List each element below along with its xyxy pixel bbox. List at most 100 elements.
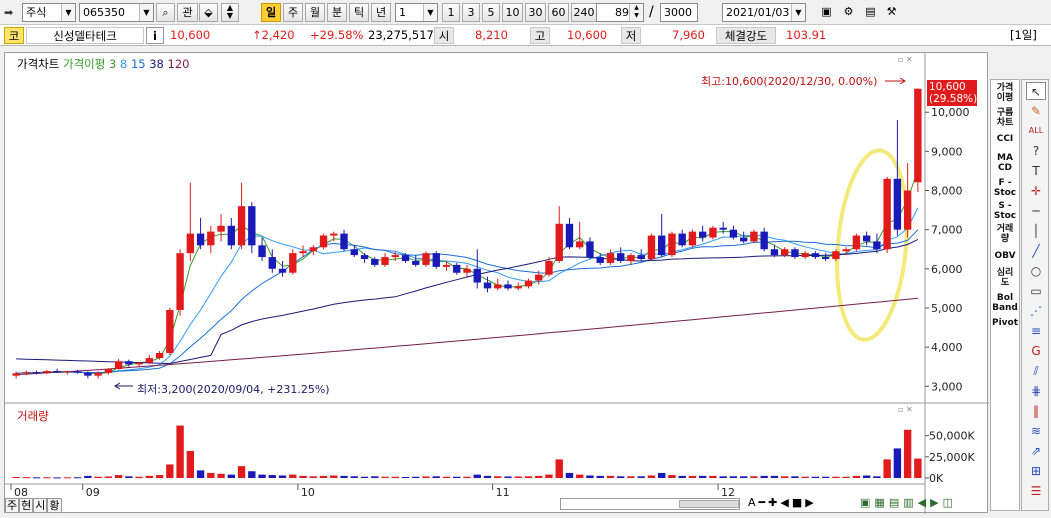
cycle-icon[interactable]: ‖ (1026, 402, 1046, 420)
ind-cci[interactable]: CCI (991, 134, 1019, 144)
ind-ma[interactable]: 가격 이평 (991, 83, 1019, 103)
stop-icon[interactable]: ■ (792, 496, 805, 509)
quick-3[interactable]: 3 (462, 3, 480, 22)
ind-pivot[interactable]: Pivot (991, 318, 1019, 328)
tab-ju[interactable]: 주 (5, 498, 20, 513)
cursor-icon[interactable]: ↖ (1026, 82, 1046, 100)
eraser-icon[interactable]: ✎ (1026, 102, 1046, 120)
gear-icon[interactable]: ⚙ (839, 3, 858, 22)
volume-bar (576, 474, 584, 478)
chart-icon[interactable]: ▣ (817, 3, 836, 22)
arrow-right-icon[interactable]: ➡ (4, 4, 18, 21)
period-month[interactable]: 월 (305, 3, 325, 22)
arrow-right-icon[interactable]: ▶ (930, 496, 942, 509)
list-icon[interactable]: ▤ (889, 496, 903, 509)
scroll-thumb[interactable] (679, 500, 739, 508)
tools-icon[interactable]: ⚒ (882, 3, 901, 22)
chart-panel[interactable]: 10,000 9,000 8,000 7,000 6,000 5,000 4,000 3,00… (4, 52, 989, 514)
chart-svg[interactable]: 10,000 9,000 8,000 7,000 6,000 5,000 4,000 3,00… (5, 53, 989, 514)
fibo-icon[interactable]: ⫽ (1026, 362, 1046, 380)
crosshair-icon[interactable]: ✛ (1026, 182, 1046, 200)
ind-fstoc[interactable]: F - Stoc (991, 178, 1019, 198)
ind-bband[interactable]: Bol Band (991, 293, 1019, 313)
volume-close-icon[interactable]: ▫ ✕ (898, 405, 913, 414)
gann-icon[interactable]: G (1026, 342, 1046, 360)
quick-60[interactable]: 60 (548, 3, 569, 22)
excel-icon[interactable]: ▣ (860, 496, 874, 509)
y-tick-label: 4,000 (931, 341, 963, 354)
menu-icon[interactable]: ☰ (1026, 482, 1046, 500)
rect-icon[interactable]: ▭ (1026, 282, 1046, 300)
vline-icon[interactable]: │ (1026, 222, 1046, 240)
minus-icon[interactable]: ━ (759, 496, 769, 509)
gwan-button[interactable]: 관 (177, 3, 198, 22)
price-legend: 가격차트 가격이평 3 8 15 38 120 (17, 56, 189, 72)
market-select[interactable]: 주식 ▼ (22, 3, 76, 22)
chevron-down-icon[interactable]: ▼ (139, 4, 153, 21)
left-icon[interactable]: ◀ (780, 496, 791, 509)
volume-bar (350, 476, 358, 478)
save-icon[interactable]: ▤ (861, 3, 880, 22)
panel-close-icon[interactable]: ▫ ✕ (898, 55, 913, 64)
ind-macd[interactable]: MA CD (991, 153, 1019, 173)
period-year[interactable]: 년 (371, 3, 391, 22)
info-button[interactable]: i (146, 27, 164, 44)
total-count[interactable]: 3000 (660, 3, 698, 22)
fan-icon[interactable]: ⋰ (1026, 302, 1046, 320)
scrollbar[interactable] (560, 498, 740, 510)
quick-5[interactable]: 5 (482, 3, 500, 22)
candle-body (811, 253, 820, 258)
tab-si[interactable]: 시 (33, 498, 48, 513)
code-input[interactable]: 065350 ▼ (79, 3, 154, 22)
ind-volume[interactable]: 거래 량 (991, 224, 1019, 244)
volume-bar (893, 448, 902, 478)
chevron-down-icon[interactable]: ▼ (791, 4, 805, 21)
quick-10[interactable]: 10 (502, 3, 523, 22)
maximize-icon[interactable]: ◫ (943, 496, 957, 509)
grid-tool-icon[interactable]: ⊞ (1026, 462, 1046, 480)
search-icon[interactable]: ⌕ (156, 3, 175, 22)
count-stepper[interactable]: 89 ▲ ▼ (596, 3, 644, 22)
ind-obv[interactable]: OBV (991, 251, 1019, 261)
plus-icon[interactable]: ✚ (768, 496, 780, 509)
period-tick[interactable]: 틱 (349, 3, 369, 22)
candle-body (760, 231, 768, 250)
help-icon[interactable]: ? (1026, 142, 1046, 160)
arrow-left-icon[interactable]: ◀ (918, 496, 930, 509)
date-picker[interactable]: 2021/01/03 ▼ (722, 3, 806, 22)
chevron-down-icon[interactable]: ▼ (423, 4, 437, 21)
ind-psych[interactable]: 심리 도 (991, 268, 1019, 288)
candle-body (545, 260, 553, 275)
quick-1[interactable]: 1 (442, 3, 460, 22)
chevron-down-icon[interactable]: ▼ (61, 4, 75, 21)
trendline-icon[interactable]: ╱ (1026, 242, 1046, 260)
circle-icon[interactable]: ○ (1026, 262, 1046, 280)
all-icon[interactable]: ALL (1026, 122, 1046, 140)
window-icon[interactable]: ▥ (903, 496, 917, 509)
period-minute[interactable]: 분 (327, 3, 347, 22)
spin-icon[interactable]: ▲ ▼ (221, 3, 239, 22)
channel-icon[interactable]: ≡ (1026, 322, 1046, 340)
wave-icon[interactable]: ≋ (1026, 422, 1046, 440)
font-icon[interactable]: A (748, 496, 759, 509)
period-day[interactable]: 일 (261, 3, 281, 22)
candle-body (842, 249, 850, 252)
volume-bar (494, 476, 502, 478)
right-icon[interactable]: ▶ (805, 496, 816, 509)
period-week[interactable]: 주 (283, 3, 303, 22)
volume-bar (432, 476, 440, 478)
interval-select[interactable]: 1 ▼ (395, 3, 438, 22)
stamp-icon[interactable]: ⬙ (199, 3, 218, 22)
quick-30[interactable]: 30 (525, 3, 546, 22)
arrow-tool-icon[interactable]: ⇗ (1026, 442, 1046, 460)
tab-hyeon[interactable]: 현 (19, 498, 34, 513)
tab-hwang[interactable]: 황 (47, 498, 62, 513)
spin-icon[interactable]: ▲ ▼ (629, 4, 643, 21)
ind-cloud[interactable]: 구름 차트 (991, 108, 1019, 128)
pitch-icon[interactable]: ⋕ (1026, 382, 1046, 400)
quick-240[interactable]: 240 (571, 3, 597, 22)
text-icon[interactable]: T (1026, 162, 1046, 180)
grid-icon[interactable]: ▦ (874, 496, 888, 509)
ind-sstoc[interactable]: S - Stoc (991, 201, 1019, 221)
hline-icon[interactable]: ─ (1026, 202, 1046, 220)
